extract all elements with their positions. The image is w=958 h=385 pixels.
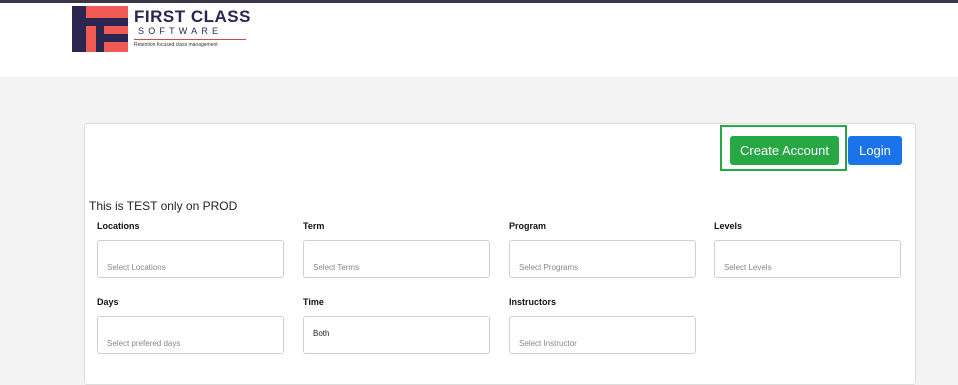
create-account-button[interactable]: Create Account [730, 136, 839, 165]
term-select[interactable]: Select Terms [303, 240, 490, 278]
login-button[interactable]: Login [848, 136, 902, 165]
test-notice: This is TEST only on PROD [89, 199, 238, 213]
program-placeholder: Select Programs [519, 263, 579, 272]
brand-title: FIRST CLASS [134, 7, 251, 26]
brand-tagline: Retention focused class management [134, 42, 218, 48]
days-select[interactable]: Select prefered days [97, 316, 284, 354]
instructors-label: Instructors [509, 297, 557, 307]
time-select[interactable]: Both [303, 316, 490, 354]
levels-label: Levels [714, 221, 743, 231]
brand-subtitle: SOFTWARE [138, 26, 223, 36]
time-value: Both [313, 329, 330, 338]
days-label: Days [97, 297, 119, 307]
site-header: FIRST CLASS SOFTWARE Retention focused c… [0, 3, 958, 77]
levels-placeholder: Select Levels [724, 263, 772, 272]
locations-placeholder: Select Locations [107, 263, 166, 272]
brand-divider [134, 39, 246, 40]
program-label: Program [509, 221, 547, 231]
days-placeholder: Select prefered days [107, 339, 181, 348]
brand-logo[interactable]: FIRST CLASS SOFTWARE Retention focused c… [72, 6, 252, 52]
locations-select[interactable]: Select Locations [97, 240, 284, 278]
instructors-select[interactable]: Select Instructor [509, 316, 696, 354]
instructors-placeholder: Select Instructor [519, 339, 577, 348]
levels-select[interactable]: Select Levels [714, 240, 901, 278]
time-label: Time [303, 297, 324, 307]
term-placeholder: Select Terms [313, 263, 360, 272]
brand-logo-mark [72, 6, 128, 52]
term-label: Term [303, 221, 325, 231]
program-select[interactable]: Select Programs [509, 240, 696, 278]
locations-label: Locations [97, 221, 140, 231]
